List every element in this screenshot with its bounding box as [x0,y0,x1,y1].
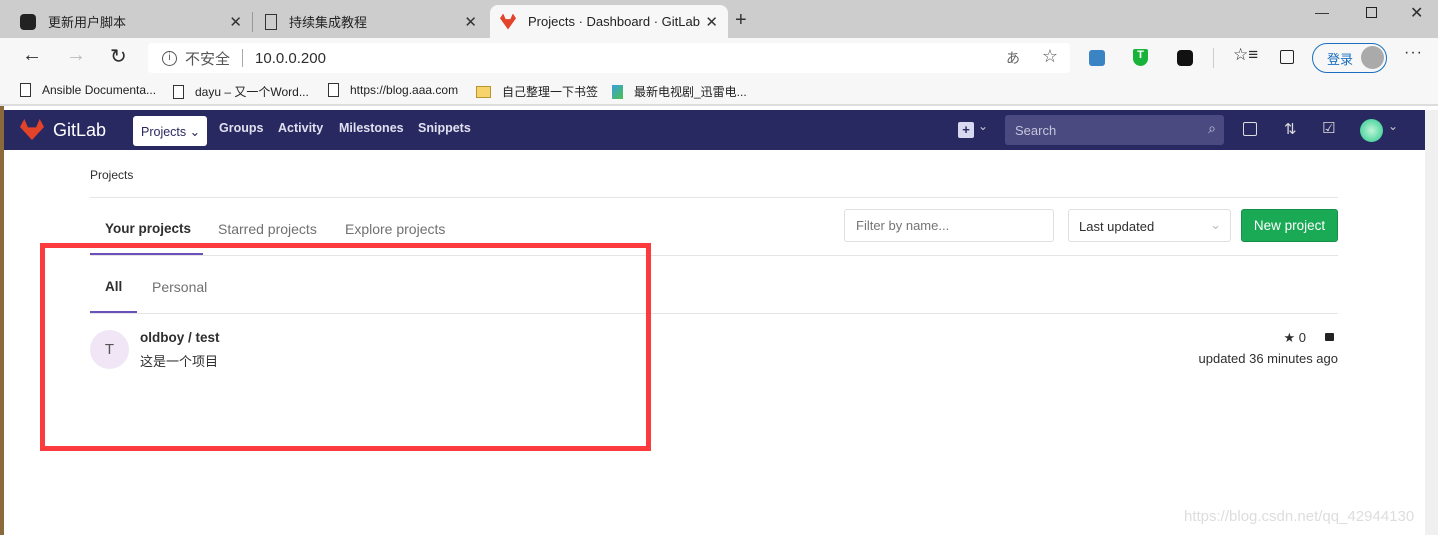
project-stars[interactable]: ★ 0 [1283,330,1306,346]
page-icon [265,13,277,30]
bookmark-label: 最新电视剧_迅雷电... [634,85,747,99]
issues-icon[interactable] [1243,122,1257,136]
highlight-annotation-box [40,243,651,451]
page-icon [173,84,184,99]
url-text[interactable]: 10.0.0.200 [255,50,326,67]
tab-favicon-icon [20,13,36,30]
favorite-star-icon[interactable]: ☆ [1042,46,1058,67]
filter-by-name-input[interactable] [844,209,1054,242]
breadcrumb[interactable]: Projects [90,168,133,182]
new-project-button[interactable]: New project [1241,209,1338,242]
translate-icon[interactable]: あ [1006,48,1020,68]
search-input[interactable]: Search ⌕ [1005,115,1224,145]
new-tab-icon[interactable]: + [735,9,747,32]
extension-shield-icon[interactable]: T [1133,49,1148,66]
close-tab-icon[interactable]: ✕ [229,13,242,31]
search-placeholder: Search [1015,123,1057,138]
close-window-icon[interactable]: ✕ [1410,3,1423,23]
browser-tab[interactable]: 更新用户脚本 ✕ [10,5,252,38]
project-updated-time: updated 36 minutes ago [1198,351,1339,366]
chevron-down-icon: ⌄ [1210,217,1221,232]
gitlab-brand[interactable]: GitLab [53,120,106,141]
nav-groups[interactable]: Groups [219,121,263,135]
bookmark-item[interactable]: dayu – 又一个Word... [173,83,309,100]
merge-requests-icon[interactable]: ⇅ [1284,120,1297,138]
gitlab-navbar: GitLab Projects ⌄ Groups Activity Milest… [4,110,1425,150]
minimize-icon[interactable]: — [1315,4,1329,20]
nav-projects-dropdown[interactable]: Projects ⌄ [133,116,207,146]
browser-tab[interactable]: 持续集成教程 ✕ [255,5,487,38]
close-tab-icon[interactable]: ✕ [705,13,718,31]
close-tab-icon[interactable]: ✕ [464,13,477,31]
tab-divider [252,12,253,32]
bookmark-item[interactable]: 最新电视剧_迅雷电... [612,83,747,100]
new-item-plus-icon[interactable]: + [958,122,974,138]
tab-title: 更新用户脚本 [48,15,127,30]
search-icon: ⌕ [1208,120,1216,136]
nav-activity[interactable]: Activity [278,121,323,135]
folder-icon [476,85,491,98]
login-button[interactable]: 登录 [1312,43,1387,73]
extension-tampermonkey-icon[interactable] [1177,50,1193,66]
sort-dropdown[interactable]: Last updated ⌄ [1068,209,1231,242]
divider [242,49,244,67]
watermark: https://blog.csdn.net/qq_42944130 [1184,508,1415,525]
divider [1213,48,1214,68]
profile-avatar-icon [1361,46,1384,69]
collections-icon[interactable] [1280,50,1294,64]
chevron-down-icon[interactable]: ⌄ [978,119,988,133]
page-icon [328,83,339,97]
lock-icon [1325,333,1334,341]
address-bar[interactable]: i 不安全 10.0.0.200 あ ☆ [148,43,1070,73]
site-icon [612,84,623,99]
gitlab-favicon-icon [500,13,516,30]
info-icon[interactable]: i [162,50,177,66]
chevron-down-icon: ⌄ [189,125,201,139]
back-icon[interactable]: ← [22,44,42,67]
tab-your-projects[interactable]: Your projects [105,221,191,236]
tab-starred-projects[interactable]: Starred projects [218,221,317,237]
sort-value: Last updated [1079,219,1155,234]
user-avatar[interactable] [1360,119,1383,142]
bookmark-label: Ansible Documenta... [42,83,157,97]
bookmarks-bar: Ansible Documenta... dayu – 又一个Word... h… [0,76,1438,106]
more-menu-icon[interactable]: ··· [1404,44,1423,62]
page-scrollbar[interactable] [1425,110,1438,535]
tab-title: 持续集成教程 [289,15,368,30]
favorites-list-icon[interactable]: ☆≡ [1233,45,1258,65]
star-count: 0 [1298,330,1306,345]
divider [90,197,1338,198]
nav-label: Projects [141,125,187,139]
bookmark-label: https://blog.aaa.com [350,83,459,97]
bookmark-label: 自己整理一下书签 [502,85,599,99]
bookmark-folder[interactable]: 自己整理一下书签 [476,83,598,100]
page-icon [20,83,31,97]
tab-title: Projects · Dashboard · GitLab [528,14,700,29]
nav-milestones[interactable]: Milestones [339,121,404,135]
nav-snippets[interactable]: Snippets [418,121,471,135]
security-label: 不安全 [185,50,231,68]
maximize-icon[interactable] [1366,7,1377,18]
login-label: 登录 [1327,51,1354,67]
bookmark-label: dayu – 又一个Word... [195,85,309,99]
forward-icon[interactable]: → [66,44,86,67]
address-toolbar: ← → ↻ i 不安全 10.0.0.200 あ ☆ T ☆≡ 登录 ··· [0,38,1438,76]
gitlab-logo-icon[interactable] [20,119,44,140]
desktop-edge [0,106,4,535]
tab-explore-projects[interactable]: Explore projects [345,221,445,237]
todos-icon[interactable]: ☑ [1322,119,1335,137]
chevron-down-icon[interactable]: ⌄ [1388,119,1398,133]
bookmark-item[interactable]: https://blog.aaa.com [328,83,458,97]
extension-lock-icon[interactable] [1089,50,1105,66]
browser-tab-strip: 更新用户脚本 ✕ 持续集成教程 ✕ Projects · Dashboard ·… [0,0,1438,38]
browser-tab-active[interactable]: Projects · Dashboard · GitLab ✕ [490,5,728,38]
bookmark-item[interactable]: Ansible Documenta... [20,83,156,97]
star-icon: ★ [1283,330,1296,345]
refresh-icon[interactable]: ↻ [110,44,127,69]
